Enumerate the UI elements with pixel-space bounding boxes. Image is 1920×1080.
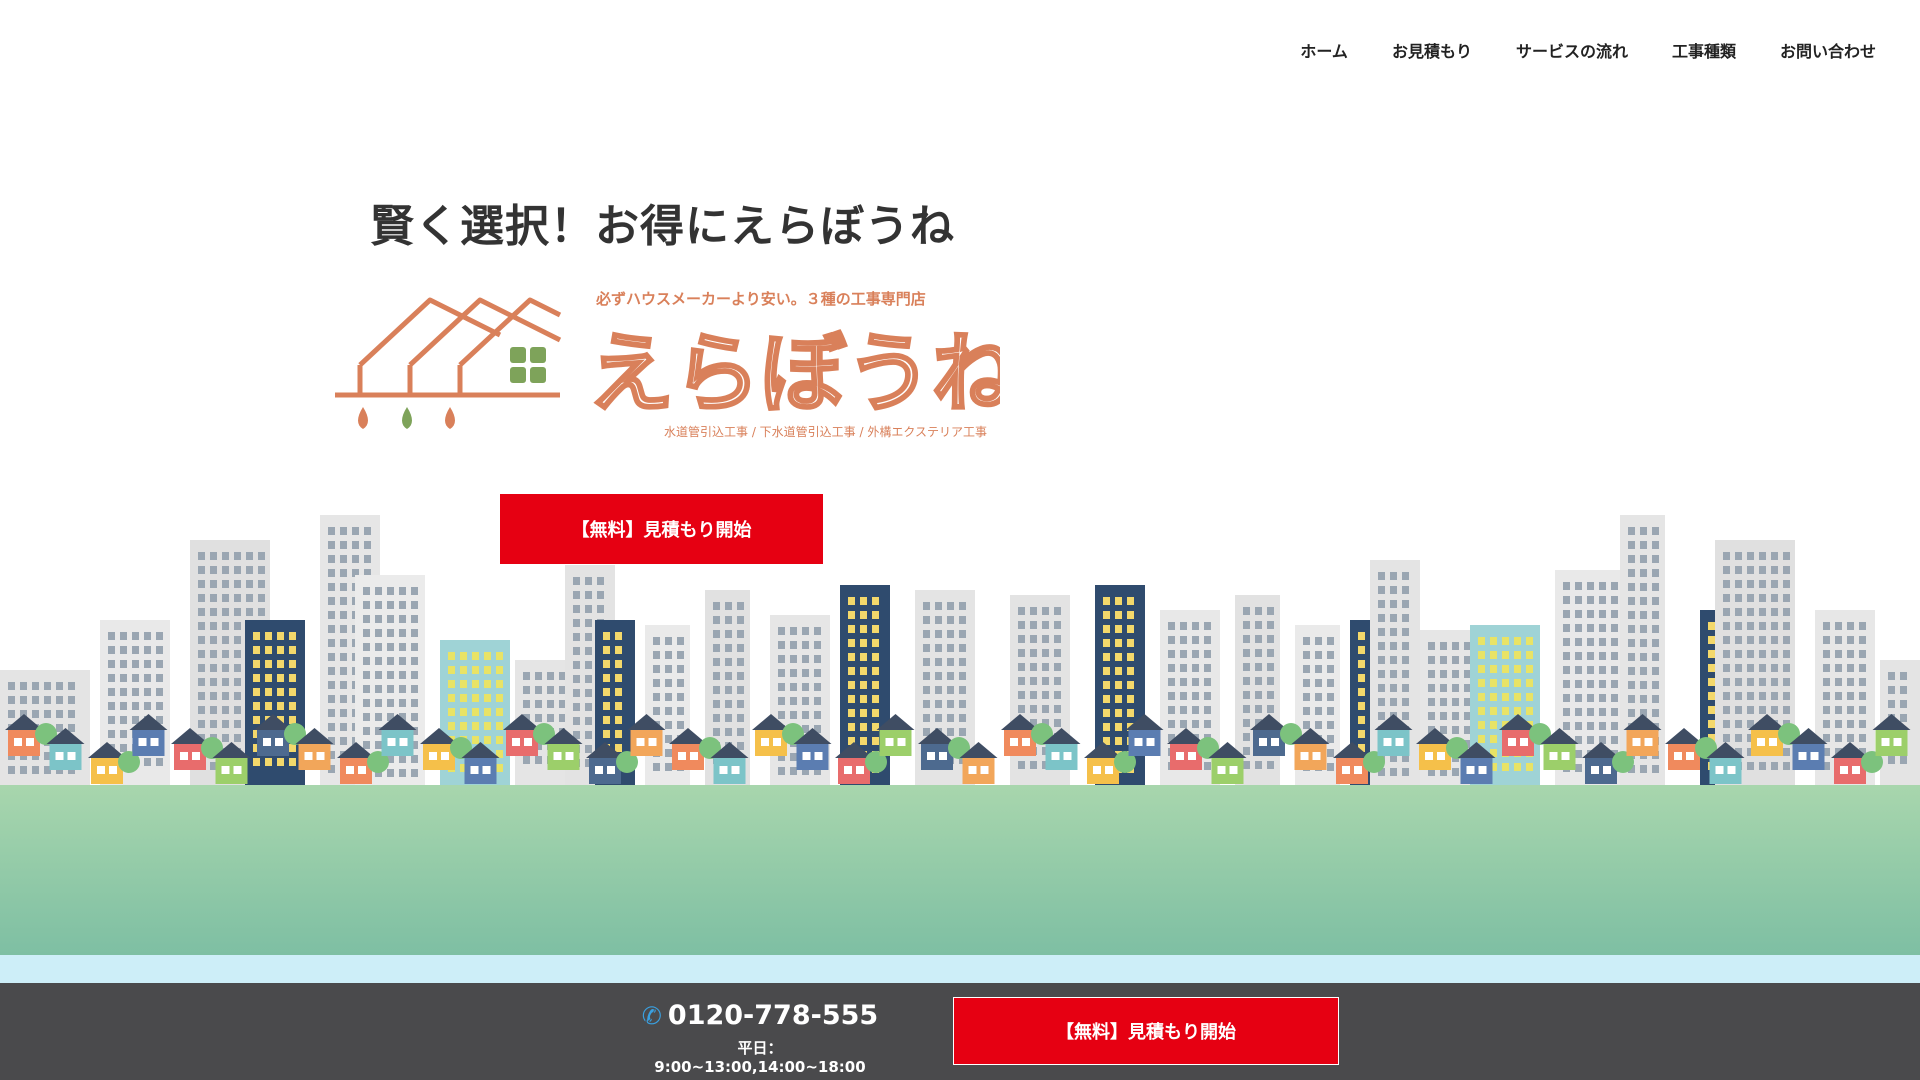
main-nav: ホーム お見積もり サービスの流れ 工事種類 お問い合わせ (1256, 0, 1920, 100)
phone-hours: 平日：9:00~13:00,14:00~18:00 (654, 1039, 866, 1076)
nav-work-types[interactable]: 工事種類 (1672, 38, 1736, 62)
logo-text: えらぼうね (588, 324, 1000, 424)
water-band (0, 955, 1920, 983)
bar-estimate-button[interactable]: 【無料】見積もり開始 (953, 997, 1339, 1065)
nav-contact[interactable]: お問い合わせ (1780, 38, 1876, 62)
phone-block: ✆ 0120-778-555 平日：9:00~13:00,14:00~18:00 (640, 1000, 880, 1076)
hero-estimate-button[interactable]: 【無料】見積もり開始 (500, 494, 823, 564)
hero-tagline: 必ずハウスメーカーより安い。３種の工事専門店 (596, 290, 926, 308)
phone-icon: ✆ (641, 1001, 662, 1030)
nav-service-flow[interactable]: サービスの流れ (1516, 38, 1628, 62)
page: ホーム お見積もり サービスの流れ 工事種類 お問い合わせ 賢く選択！お得にえら… (0, 0, 1920, 1080)
hero-title: 賢く選択！お得にえらぼうね (370, 201, 955, 252)
nav-estimate[interactable]: お見積もり (1392, 38, 1472, 62)
nav-home[interactable]: ホーム (1300, 38, 1348, 62)
phone-number[interactable]: 0120-778-555 (668, 1000, 878, 1031)
hero-services: 水道管引込工事 / 下水道管引込工事 / 外構エクステリア工事 (664, 425, 987, 439)
ground-band (0, 785, 1920, 955)
